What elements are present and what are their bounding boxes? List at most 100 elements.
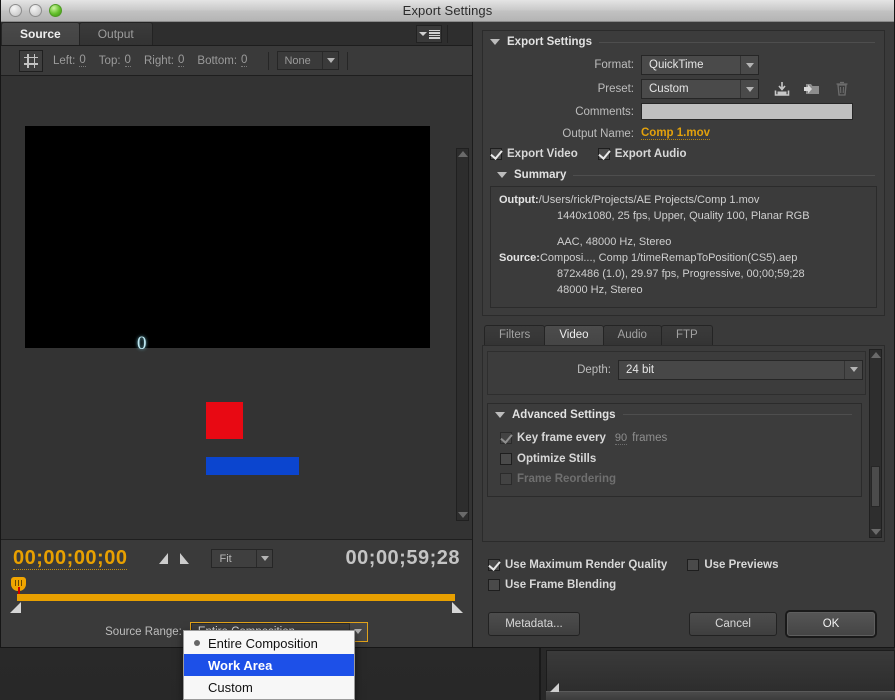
tab-audio-label: Audio	[617, 329, 647, 342]
crop-bottom-field[interactable]: Bottom: 0	[197, 54, 248, 67]
twisty-down-icon[interactable]	[497, 172, 507, 178]
advanced-settings-group: Advanced Settings Key frame every 90 fra…	[487, 402, 862, 497]
crop-bottom-label: Bottom:	[197, 54, 238, 67]
format-select[interactable]: QuickTime	[641, 55, 759, 75]
work-area-start-handle[interactable]	[10, 602, 21, 613]
checkbox-box	[500, 472, 512, 485]
preset-row: Preset: Custom	[483, 79, 884, 99]
summary-spacer	[499, 225, 868, 235]
scroll-up-icon[interactable]	[457, 151, 468, 157]
chevron-down-icon	[740, 56, 758, 74]
summary-output-line: Output: /Users/rick/Projects/AE Projects…	[499, 193, 868, 209]
optimize-stills-row: Optimize Stills	[500, 452, 861, 465]
divider	[573, 174, 875, 176]
playhead-marker[interactable]	[11, 577, 26, 599]
summary-source-path: Composi..., Comp 1/timeRemapToPosition(C…	[539, 251, 798, 264]
divider	[598, 41, 875, 43]
keyframe-checkbox[interactable]: Key frame every 90 frames	[500, 432, 667, 445]
crop-left-field[interactable]: Left: 0	[53, 54, 86, 67]
set-in-point-icon[interactable]	[159, 553, 169, 564]
scroll-down-icon[interactable]	[457, 512, 468, 518]
menu-item-work-area[interactable]: Work Area	[184, 654, 354, 676]
export-settings-header[interactable]: Export Settings	[483, 31, 884, 51]
current-timecode[interactable]: 00;00;00;00	[13, 547, 128, 570]
cancel-button[interactable]: Cancel	[689, 612, 777, 636]
crop-tool-icon[interactable]	[19, 49, 43, 72]
video-preview-viewer[interactable]: 0	[1, 76, 472, 539]
crop-toolbar-separator	[268, 51, 270, 70]
comments-row: Comments:	[483, 103, 884, 120]
crop-right-field[interactable]: Right: 0	[144, 54, 185, 67]
export-video-label: Export Video	[507, 148, 578, 160]
frame-blending-checkbox[interactable]: Use Frame Blending	[488, 579, 616, 591]
settings-pane: Export Settings Format: QuickTime Preset…	[473, 22, 894, 647]
tab-video[interactable]: Video	[544, 324, 604, 345]
export-video-checkbox[interactable]: Export Video	[490, 148, 578, 160]
bg-vertical-divider	[539, 648, 541, 700]
checkbox-box	[687, 559, 700, 571]
summary-output-path: /Users/rick/Projects/AE Projects/Comp 1.…	[538, 194, 760, 206]
export-settings-dialog: Export Settings Source Output Left: 0 To…	[0, 0, 895, 648]
output-name-link[interactable]: Comp 1.mov	[641, 127, 711, 140]
metadata-button[interactable]: Metadata...	[488, 612, 580, 636]
bg-panel	[546, 650, 895, 692]
export-audio-checkbox[interactable]: Export Audio	[597, 148, 687, 160]
tab-output[interactable]: Output	[78, 22, 153, 45]
summary-source-line: Source: Composi..., Comp 1/timeRemapToPo…	[499, 251, 868, 267]
output-name-row: Output Name: Comp 1.mov	[483, 127, 884, 140]
crop-top-field[interactable]: Top: 0	[99, 54, 131, 67]
depth-select[interactable]: 24 bit	[618, 359, 863, 380]
use-previews-checkbox[interactable]: Use Previews	[687, 559, 779, 571]
crop-aspect-ratio-select[interactable]: None	[277, 51, 340, 70]
tab-source[interactable]: Source	[1, 22, 80, 45]
work-area-bar[interactable]	[17, 594, 455, 601]
import-preset-icon[interactable]	[803, 80, 821, 98]
preset-select[interactable]: Custom	[641, 79, 759, 99]
scrollbar-thumb[interactable]	[871, 465, 880, 508]
ok-button[interactable]: OK	[787, 612, 875, 636]
zoom-level-select[interactable]: Fit	[211, 549, 274, 568]
optimize-stills-label: Optimize Stills	[517, 452, 597, 465]
optimize-stills-checkbox[interactable]: Optimize Stills	[500, 452, 597, 465]
tab-output-label: Output	[97, 27, 134, 41]
basic-video-settings-group: Depth: 24 bit	[487, 350, 866, 395]
source-range-dropdown-menu[interactable]: Entire Composition Work Area Custom	[183, 630, 355, 700]
set-out-point-icon[interactable]	[180, 553, 190, 564]
panel-menu-icon[interactable]	[416, 25, 442, 43]
summary-output-specs: 1440x1080, 25 fps, Upper, Quality 100, P…	[557, 209, 810, 222]
checkbox-box	[500, 432, 512, 445]
twisty-down-icon[interactable]	[490, 39, 500, 45]
tab-audio[interactable]: Audio	[602, 324, 662, 345]
source-range-label: Source Range:	[105, 625, 182, 638]
tab-filters[interactable]: Filters	[484, 324, 546, 345]
video-tab-panel: Depth: 24 bit Advanced Settings Key fram…	[482, 344, 885, 542]
export-settings-title: Export Settings	[507, 36, 592, 48]
tab-ftp[interactable]: FTP	[660, 324, 713, 345]
video-tab-scrollbar[interactable]	[869, 348, 882, 538]
scroll-up-icon[interactable]	[870, 351, 881, 358]
export-toggles-row: Export Video Export Audio	[490, 148, 884, 160]
twisty-down-icon[interactable]	[495, 411, 505, 418]
preview-scrollbar[interactable]	[456, 148, 469, 521]
scroll-down-icon[interactable]	[870, 529, 881, 535]
export-audio-label: Export Audio	[614, 148, 687, 160]
keyframe-value[interactable]: 90	[614, 432, 628, 445]
dialog-footer: Metadata... Cancel OK	[482, 601, 885, 647]
crop-left-label: Left:	[53, 54, 76, 67]
frame-reordering-label: Frame Reordering	[517, 472, 617, 485]
advanced-settings-header[interactable]: Advanced Settings	[488, 404, 861, 424]
preview-tabstrip: Source Output	[1, 22, 472, 46]
work-area-end-handle[interactable]	[452, 602, 463, 613]
delete-preset-icon	[833, 80, 851, 98]
comments-label: Comments:	[575, 105, 634, 118]
menu-item-label: Custom	[208, 679, 253, 695]
max-render-quality-checkbox[interactable]: Use Maximum Render Quality	[488, 559, 667, 571]
summary-output-audio: AAC, 48000 Hz, Stereo	[557, 235, 672, 248]
save-preset-icon[interactable]	[773, 80, 791, 98]
menu-item-custom[interactable]: Custom	[184, 676, 354, 698]
summary-header[interactable]: Summary	[483, 164, 884, 184]
chevron-down-icon	[740, 80, 758, 98]
menu-item-entire-composition[interactable]: Entire Composition	[184, 632, 354, 654]
comments-input[interactable]	[641, 103, 853, 120]
timeline-scrubber[interactable]	[1, 577, 472, 615]
